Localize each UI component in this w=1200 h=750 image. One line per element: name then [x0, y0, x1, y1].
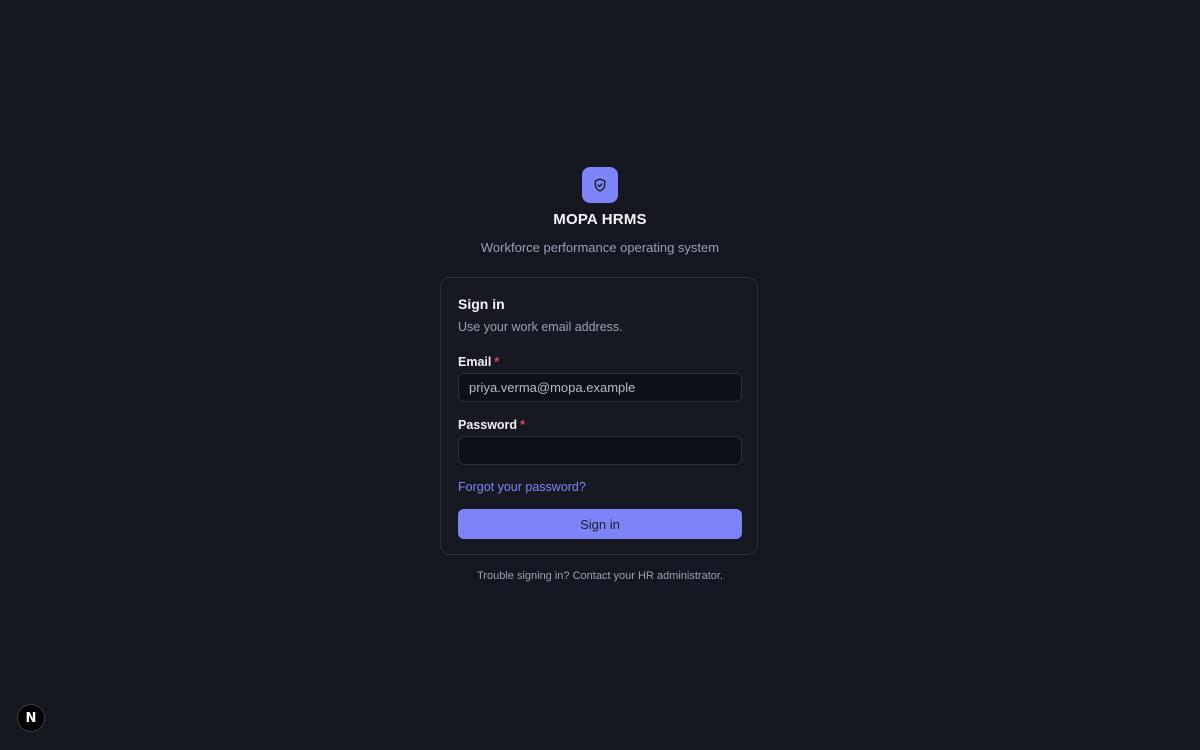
- brand-tagline: Workforce performance operating system: [480, 240, 720, 255]
- email-label-text: Email: [458, 355, 492, 369]
- nextjs-icon[interactable]: N: [17, 704, 45, 732]
- brand-logo: [582, 167, 618, 203]
- brand-title: MOPA HRMS: [553, 211, 647, 228]
- dev-badge-letter: N: [25, 710, 37, 726]
- password-label-text: Password: [458, 418, 518, 432]
- password-field[interactable]: [458, 436, 742, 465]
- email-field[interactable]: [458, 373, 742, 402]
- email-label: Email *: [458, 355, 499, 369]
- help-text: Trouble signing in? Contact your HR admi…: [477, 570, 723, 582]
- signin-card: Sign in Use your work email address. Ema…: [440, 277, 758, 555]
- login-page: MOPA HRMS Workforce performance operatin…: [0, 0, 1200, 750]
- password-label: Password *: [458, 418, 525, 432]
- shield-check-icon: [594, 178, 606, 192]
- signin-button[interactable]: Sign in: [458, 509, 742, 539]
- email-required-mark: *: [494, 355, 500, 369]
- card-title: Sign in: [458, 296, 505, 312]
- card-subtitle: Use your work email address.: [458, 320, 623, 334]
- forgot-password-link[interactable]: Forgot your password?: [458, 480, 586, 494]
- password-required-mark: *: [520, 418, 525, 432]
